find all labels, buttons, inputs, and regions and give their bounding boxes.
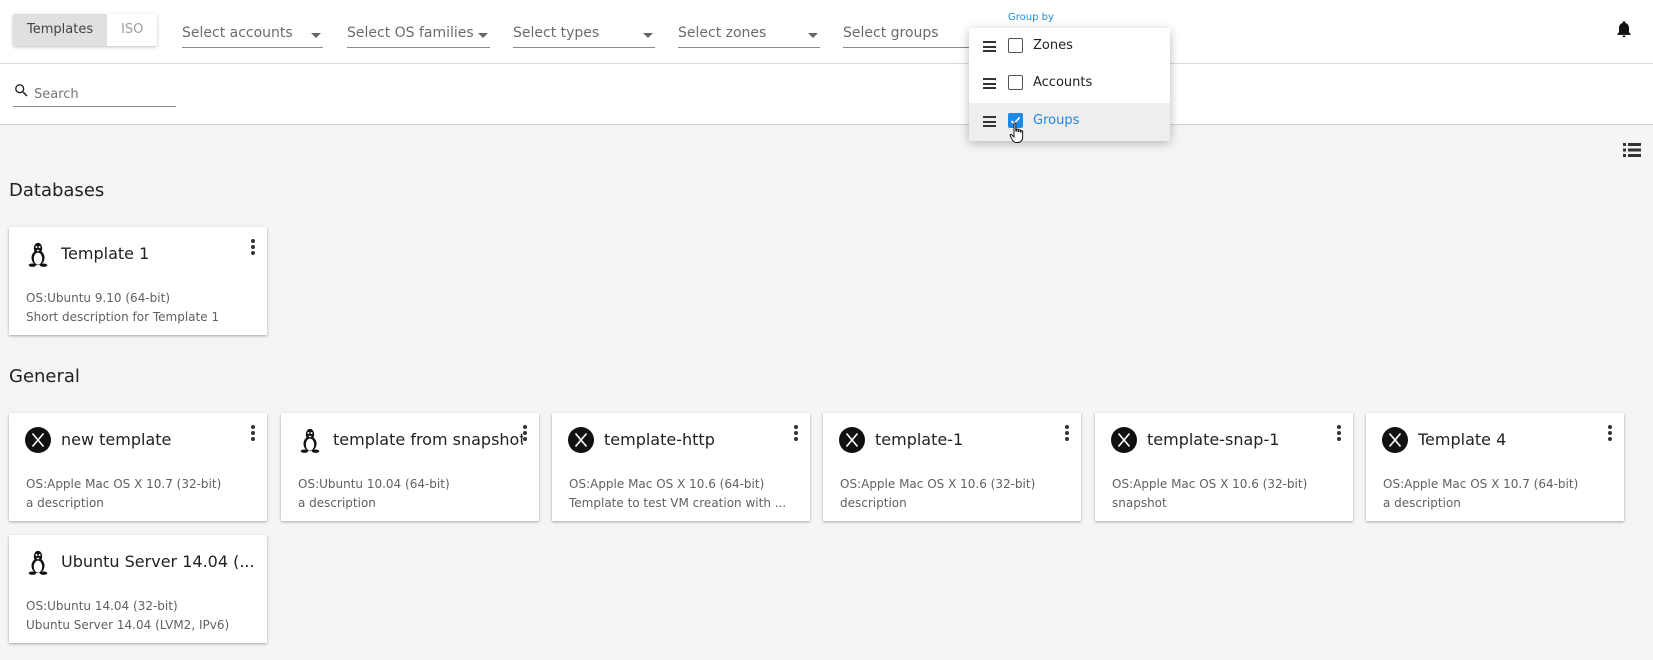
template-os: OS:Apple Mac OS X 10.6 (64-bit) (569, 477, 765, 491)
mac-os-x-icon (1111, 427, 1137, 453)
zones-checkbox[interactable] (1008, 38, 1023, 53)
more-vert-icon[interactable] (250, 425, 256, 443)
hand-cursor-icon (1009, 122, 1024, 143)
more-vert-icon[interactable] (1336, 425, 1342, 443)
template-name: Ubuntu Server 14.04 (... (61, 552, 255, 571)
template-name: Template 1 (61, 244, 150, 263)
template-os: OS:Ubuntu 10.04 (64-bit) (298, 477, 450, 491)
template-os: OS:Apple Mac OS X 10.7 (32-bit) (26, 477, 222, 491)
mac-os-x-icon (839, 427, 865, 453)
template-card[interactable]: template from snapshot OS:Ubuntu 10.04 (… (281, 413, 539, 521)
template-description: a description (298, 496, 376, 510)
os-families-select-label: Select OS families (347, 25, 474, 41)
mac-os-x-icon (1382, 427, 1408, 453)
template-os: OS:Apple Mac OS X 10.7 (64-bit) (1383, 477, 1579, 491)
template-card[interactable]: Template 4 OS:Apple Mac OS X 10.7 (64-bi… (1366, 413, 1624, 521)
more-vert-icon[interactable] (1607, 425, 1613, 443)
group-title-databases: Databases (9, 180, 105, 201)
template-name: Template 4 (1418, 430, 1507, 449)
template-os: OS:Apple Mac OS X 10.6 (32-bit) (1112, 477, 1308, 491)
chevron-down-icon (643, 33, 653, 38)
linux-icon (300, 428, 320, 453)
group-by-option-label: Groups (1033, 113, 1080, 128)
more-vert-icon[interactable] (250, 239, 256, 257)
template-description: a description (1383, 496, 1461, 510)
tab-templates[interactable]: Templates (13, 14, 108, 46)
types-select-label: Select types (513, 25, 600, 41)
types-select[interactable]: Select types (513, 25, 655, 48)
search-icon (15, 84, 28, 97)
linux-icon (28, 242, 48, 267)
template-card[interactable]: new template OS:Apple Mac OS X 10.7 (32-… (9, 413, 267, 521)
os-families-select[interactable]: Select OS families (347, 25, 490, 48)
accounts-select-label: Select accounts (182, 25, 293, 41)
group-title-general: General (9, 366, 80, 387)
chevron-down-icon (311, 33, 321, 38)
drag-handle-icon[interactable] (983, 78, 996, 89)
template-name: new template (61, 430, 172, 449)
template-name: template-http (604, 430, 715, 449)
mac-os-x-icon (568, 427, 594, 453)
linux-icon (28, 550, 48, 575)
accounts-checkbox[interactable] (1008, 75, 1023, 90)
more-vert-icon[interactable] (793, 425, 799, 443)
group-by-option-label: Accounts (1033, 75, 1093, 90)
template-card[interactable]: template-http OS:Apple Mac OS X 10.6 (64… (552, 413, 810, 521)
template-name: template-1 (875, 430, 964, 449)
list-view-icon[interactable] (1623, 142, 1641, 158)
template-card[interactable]: template-1 OS:Apple Mac OS X 10.6 (32-bi… (823, 413, 1081, 521)
template-os: OS:Ubuntu 9.10 (64-bit) (26, 291, 170, 305)
zones-select-label: Select zones (678, 25, 767, 41)
tab-iso[interactable]: ISO (107, 14, 158, 46)
templates-iso-toggle: Templates ISO (13, 14, 158, 46)
template-description: description (840, 496, 907, 510)
template-description: a description (26, 496, 104, 510)
more-vert-icon[interactable] (522, 425, 528, 443)
accounts-select[interactable]: Select accounts (182, 25, 323, 48)
chevron-down-icon (478, 33, 488, 38)
template-os: OS:Apple Mac OS X 10.6 (32-bit) (840, 477, 1036, 491)
groups-select-label: Select groups (843, 25, 939, 41)
template-card[interactable]: Template 1 OS:Ubuntu 9.10 (64-bit) Short… (9, 227, 267, 335)
group-by-option-groups[interactable]: Groups (969, 103, 1170, 141)
groups-select[interactable]: Select groups (843, 25, 969, 48)
template-name: template from snapshot (333, 430, 523, 449)
group-by-dropdown: Zones Accounts Groups (969, 28, 1170, 141)
template-os: OS:Ubuntu 14.04 (32-bit) (26, 599, 178, 613)
zones-select[interactable]: Select zones (678, 25, 820, 48)
template-card[interactable]: template-snap-1 OS:Apple Mac OS X 10.6 (… (1095, 413, 1353, 521)
template-description: snapshot (1112, 496, 1167, 510)
search-field[interactable] (13, 82, 176, 107)
group-by-option-zones[interactable]: Zones (969, 28, 1170, 66)
more-vert-icon[interactable] (1064, 425, 1070, 443)
search-bar (0, 64, 1653, 125)
search-input[interactable] (32, 83, 176, 105)
group-by-label: Group by (1008, 12, 1054, 23)
template-description: Short description for Template 1 (26, 310, 220, 324)
bell-icon[interactable] (1614, 18, 1634, 40)
chevron-down-icon (808, 33, 818, 38)
template-name: template-snap-1 (1147, 430, 1280, 449)
group-by-option-label: Zones (1033, 38, 1073, 53)
filter-toolbar: Templates ISO Select accounts Select OS … (0, 0, 1653, 64)
template-description: Ubuntu Server 14.04 (LVM2, IPv6) (26, 618, 230, 632)
group-by-option-accounts[interactable]: Accounts (969, 65, 1170, 103)
mac-os-x-icon (25, 427, 51, 453)
drag-handle-icon[interactable] (983, 116, 996, 127)
template-description: Template to test VM creation with ... (569, 496, 787, 510)
template-card[interactable]: Ubuntu Server 14.04 (... OS:Ubuntu 14.04… (9, 535, 267, 643)
drag-handle-icon[interactable] (983, 41, 996, 52)
